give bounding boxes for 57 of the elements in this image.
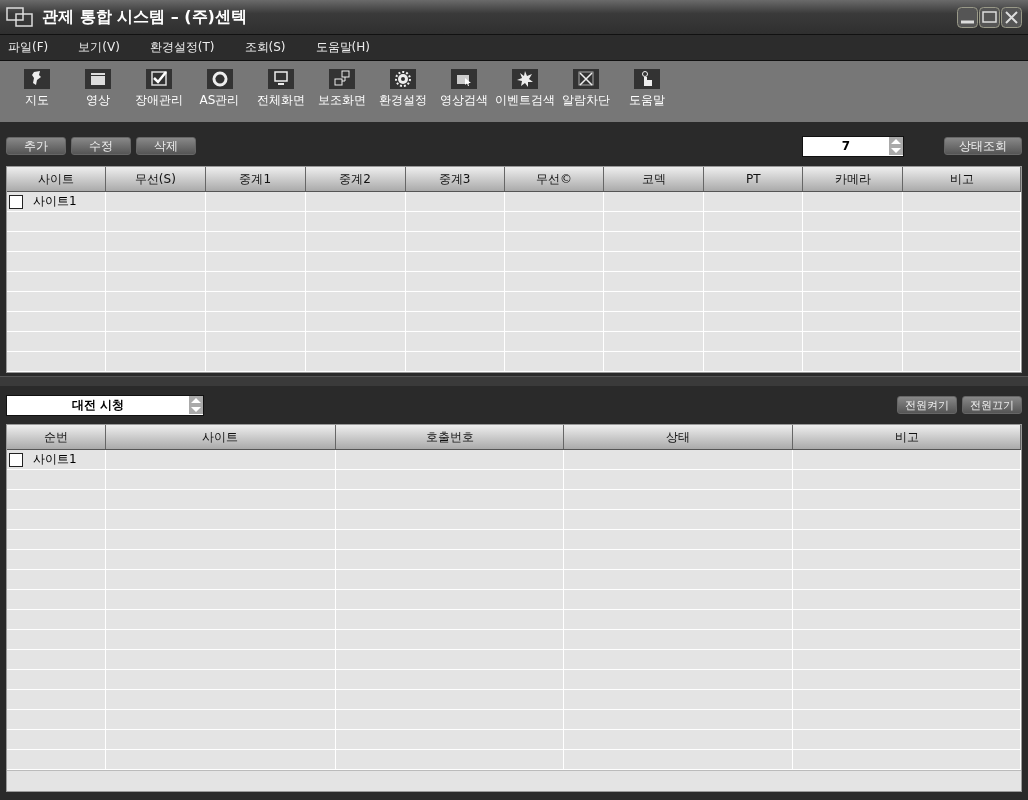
action-button[interactable]: 수정 (71, 137, 131, 155)
column-header[interactable]: 순번 (7, 425, 106, 449)
monitor-icon (267, 69, 294, 89)
column-header[interactable]: 비고 (793, 425, 1021, 449)
column-header[interactable]: 코덱 (604, 167, 705, 191)
power-button[interactable]: 전원켜기 (897, 396, 957, 414)
burst-icon (511, 69, 538, 89)
network-icon (328, 69, 355, 89)
action-button[interactable]: 삭제 (136, 137, 196, 155)
toolbar-button[interactable]: AS관리 (189, 69, 250, 109)
toolbar-button[interactable]: 전체화면 (250, 69, 311, 109)
maximize-icon[interactable] (979, 6, 1000, 28)
column-header[interactable]: 중계3 (405, 167, 505, 191)
column-header[interactable]: 무선(S) (105, 167, 206, 191)
menu-item[interactable]: 환경설정(T) (141, 39, 226, 56)
column-header[interactable]: PT (704, 167, 804, 191)
toolbar-button[interactable]: 영상검색 (433, 69, 494, 109)
column-header[interactable]: 사이트 (7, 167, 106, 191)
status-query-button[interactable]: 상태조회 (944, 137, 1022, 155)
column-header[interactable]: 비고 (903, 167, 1022, 191)
toolbar-button[interactable]: 보조화면 (311, 69, 372, 109)
gear-icon (389, 69, 416, 89)
toolbar-button[interactable]: 이벤트검색 (494, 69, 555, 109)
action-button[interactable]: 추가 (6, 137, 66, 155)
row-checkbox[interactable] (9, 194, 23, 209)
toolbar-button[interactable]: 영상 (67, 69, 128, 109)
cross-icon (572, 69, 599, 89)
toolbar-button[interactable]: 장애관리 (128, 69, 189, 109)
row-checkbox[interactable] (9, 452, 23, 467)
menu-item[interactable]: 조회(S) (236, 39, 297, 56)
column-header[interactable]: 중계1 (205, 167, 306, 191)
table-cell: 사이트1 (33, 193, 77, 210)
map-icon (23, 69, 50, 89)
toolbar-button[interactable]: 도움말 (616, 69, 677, 109)
close-icon[interactable] (1001, 6, 1022, 28)
menu-item[interactable]: 보기(V) (70, 39, 131, 56)
site-dropdown[interactable]: 대전 시청 (6, 394, 204, 416)
table-cell: 사이트1 (33, 451, 77, 468)
checkbox-icon (145, 69, 172, 89)
menu-item[interactable]: 파일(F) (0, 39, 60, 56)
column-header[interactable]: 중계2 (305, 167, 406, 191)
menu-item[interactable]: 도움말(H) (307, 39, 381, 56)
power-button[interactable]: 전원끄기 (962, 396, 1022, 414)
column-header[interactable]: 사이트 (105, 425, 336, 449)
clapper-icon (84, 69, 111, 89)
toolbar-button[interactable]: 지도 (6, 69, 67, 109)
toolbar-button[interactable]: 알람차단 (555, 69, 616, 109)
windows-icon (6, 6, 34, 28)
column-header[interactable]: 무선© (504, 167, 605, 191)
column-header[interactable]: 상태 (564, 425, 794, 449)
minimize-icon[interactable] (957, 6, 978, 28)
number-spinner[interactable]: 7 (802, 135, 904, 157)
toolbar-button[interactable]: 환경설정 (372, 69, 433, 109)
window-title: 관제 통합 시스템 – (주)센텍 (42, 6, 247, 28)
column-header[interactable]: 카메라 (803, 167, 904, 191)
column-header[interactable]: 호출번호 (335, 425, 565, 449)
cursor-icon (450, 69, 477, 89)
